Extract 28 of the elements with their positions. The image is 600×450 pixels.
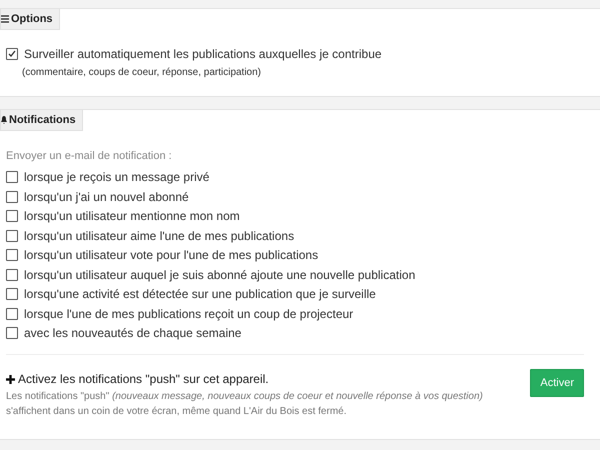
- checkbox[interactable]: [6, 230, 18, 242]
- notification-label: lorsque je reçois un message privé: [24, 170, 210, 184]
- notification-label: lorsqu'un utilisateur auquel je suis abonné ajoute une nouvelle publication: [24, 268, 416, 282]
- checkbox[interactable]: [6, 190, 18, 203]
- menu-icon: [1, 15, 9, 23]
- plus-icon: [6, 374, 15, 384]
- notification-label: avec les nouveautés de chaque semaine: [24, 326, 242, 340]
- checkbox[interactable]: [6, 48, 18, 60]
- checkbox[interactable]: [6, 249, 18, 262]
- notification-label: lorsqu'une activité est détectée sur une publication que je surveille: [24, 287, 376, 302]
- option-hint: (commentaire, coups de coeur, réponse, participation): [22, 66, 262, 78]
- checkbox[interactable]: [6, 171, 18, 184]
- push-description: Les notifications "push" (nouveaux message, nouveaux coups de coeur et nouvelle réponse à vos question) s'affichent dans un coin de votre écran, même quand L'Air du Bois est fermé.: [6, 390, 484, 419]
- push-title: Activez les notifications "push" sur cet appareil.: [18, 372, 269, 386]
- notification-label: lorsqu'un j'ai un nouvel abonné: [24, 190, 189, 204]
- checkbox[interactable]: [6, 268, 18, 281]
- notification-label: lorsqu'un utilisateur vote pour l'une de mes publications: [24, 248, 318, 262]
- checkbox[interactable]: [6, 210, 18, 222]
- notification-label: lorsque l'une de mes publications reçoit un coup de projecteur: [24, 306, 354, 321]
- checkbox[interactable]: [6, 308, 18, 320]
- checkbox[interactable]: [6, 288, 18, 300]
- option-label: Surveiller automatiquement les publications auxquelles je contribue: [24, 46, 382, 61]
- bell-icon: [1, 116, 7, 124]
- notification-label: lorsqu'un utilisateur aime l'une de mes publications: [24, 228, 294, 243]
- checkbox[interactable]: [6, 327, 18, 340]
- intro-text: Envoyer un e-mail de notification :: [6, 150, 173, 162]
- activate-button[interactable]: Activer: [530, 369, 584, 397]
- notification-label: lorsqu'un utilisateur mentionne mon nom: [24, 209, 240, 224]
